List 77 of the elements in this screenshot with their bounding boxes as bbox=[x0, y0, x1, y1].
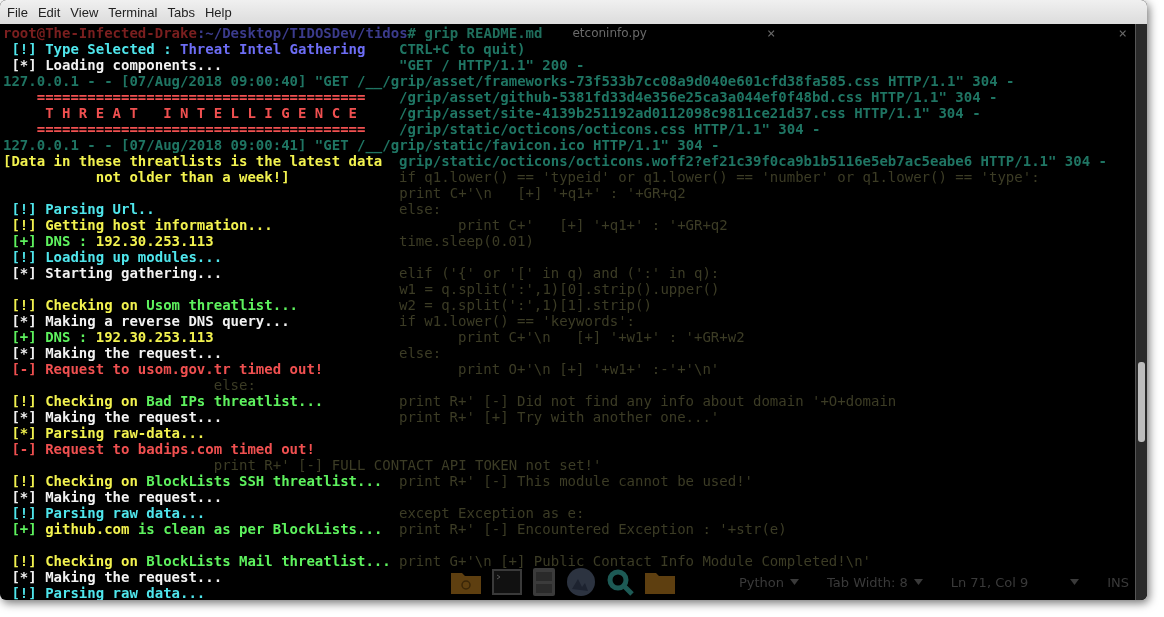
code-text: print C+'\n [+] '+w1+' : '+GR+w2 bbox=[457, 329, 746, 345]
terminal-line: [+] github.com is clean as per BlockLists... bbox=[10, 521, 384, 537]
terminal-line: [!] Type Selected : Threat Intel Gathering bbox=[10, 41, 367, 57]
terminal-line: [*] Starting gathering... bbox=[10, 265, 224, 281]
terminal-line: [*] Making the request... bbox=[10, 489, 224, 505]
log-text: /grip/static/octicons/octicons.css HTTP/1.1" 304 - bbox=[399, 121, 822, 137]
terminal-icon[interactable] bbox=[492, 569, 522, 595]
terminal-line: [!] Parsing Url.. bbox=[10, 201, 156, 217]
menu-item[interactable]: View bbox=[65, 4, 104, 20]
scrollbar[interactable] bbox=[1135, 24, 1147, 600]
terminal-line: ======================================= bbox=[35, 89, 366, 105]
close-icon[interactable]: × bbox=[1118, 25, 1127, 41]
log-text: grip/static/octicons/octicons.woff2?ef21c39f0ca9b1b5116e5eb7ac5eabe6 HTTP/1.1" 304 - bbox=[399, 153, 1108, 169]
code-text: except Exception as e: bbox=[399, 505, 586, 521]
terminal-line: [+] DNS : 192.30.253.113 bbox=[10, 329, 215, 345]
terminal-line: [!] Parsing raw data... bbox=[10, 505, 207, 521]
terminal-line: [!] Checking on Bad IPs threatlist... bbox=[10, 393, 325, 409]
terminal-line: [*] Making the request... bbox=[10, 569, 224, 585]
code-text: print R+' [-] This module cannot be used!' bbox=[399, 473, 754, 489]
code-text: else: bbox=[212, 377, 257, 393]
terminal-line: [*] Making the request... bbox=[10, 345, 224, 361]
terminal-line: [!] Parsing raw data... bbox=[10, 585, 207, 600]
code-text: print R+' [-] Did not find any info about domain '+O+domain bbox=[399, 393, 898, 409]
caret-icon bbox=[913, 579, 923, 585]
terminal-line: [-] Request to badips.com timed out! bbox=[10, 441, 316, 457]
code-text: else: bbox=[399, 345, 443, 361]
terminal-line: [!] Loading up modules... bbox=[10, 249, 224, 265]
log-text: 127.0.0.1 - - [07/Aug/2018 09:00:40] "GET /__/grip/asset/frameworks-73f533b7cc08a9d040e601cfd38fa585.css HTTP/1.1" 304 - bbox=[3, 73, 1016, 89]
code-text: print R+' [+] Try with another one...' bbox=[399, 409, 721, 425]
terminal-line: [!] Getting host information... bbox=[10, 217, 274, 233]
menu-item[interactable]: Tabs bbox=[162, 4, 200, 20]
code-text: else: bbox=[399, 201, 443, 217]
terminal-line: [!] Checking on BlockLists SSH threatlist... bbox=[10, 473, 384, 489]
caret-icon bbox=[1070, 579, 1080, 585]
menu-item[interactable]: File bbox=[2, 4, 33, 20]
terminal-line: T H R E A T I N T E L L I G E N C E bbox=[44, 105, 358, 121]
code-text: time.sleep(0.01) bbox=[399, 233, 535, 249]
file-cabinet-icon[interactable] bbox=[532, 567, 556, 597]
terminal-line: [-] Request to usom.gov.tr timed out! bbox=[10, 361, 325, 377]
close-icon[interactable]: × bbox=[766, 25, 776, 41]
code-text: print C+' [+] '+q1+' : '+GR+q2 bbox=[457, 217, 729, 233]
code-text: w1 = q.split(':',1)[0].strip().upper() bbox=[398, 281, 721, 297]
log-text: CTRL+C to quit) bbox=[399, 41, 527, 57]
globe-icon[interactable] bbox=[566, 567, 596, 597]
log-text: "GET / HTTP/1.1" 200 - bbox=[399, 57, 586, 73]
log-text: /grip/asset/site-4139b251192ad0112098c9811ce21d37.css HTTP/1.1" 304 - bbox=[399, 105, 982, 121]
terminal-line: not older than a week!] bbox=[94, 169, 291, 185]
terminal-line: [+] DNS : 192.30.253.113 bbox=[10, 233, 215, 249]
insert-mode: INS bbox=[1107, 574, 1129, 590]
terminal-line: [*] Loading components... bbox=[10, 57, 224, 73]
menu-item[interactable]: Terminal bbox=[103, 4, 163, 20]
log-text: /grip/asset/github-5381fd33d4e356e25ca3a044ef0f48bd.css HTTP/1.1" 304 - bbox=[399, 89, 999, 105]
code-text: if q1.lower() == 'typeid' or q1.lower() == 'number' or q1.lower() == 'type': bbox=[399, 169, 1041, 185]
code-text: w2 = q.split(':',1)[1].strip() bbox=[399, 297, 653, 313]
terminal-line: [!] Checking on Usom threatlist... bbox=[10, 297, 299, 313]
terminal-line: [!] Checking on BlockLists Mail threatlist... bbox=[10, 553, 392, 569]
code-text: print R+' [-] FULL CONTACT API TOKEN not set!' bbox=[212, 457, 603, 473]
menu-item[interactable]: Help bbox=[199, 4, 237, 20]
code-text: if w1.lower() == 'keywords': bbox=[399, 313, 636, 329]
terminal-line: [*] Making the request... bbox=[10, 409, 224, 425]
command-prompt: root@The-Infected-Drake:~/Desktop/TIDOSDev/tidos# grip README.md bbox=[3, 25, 543, 41]
terminal-line: [Data in these threatlists is the latest data bbox=[3, 153, 383, 169]
terminal-line: [*] Making a reverse DNS query... bbox=[10, 313, 291, 329]
tab-title[interactable]: etconinfo.py bbox=[572, 25, 647, 41]
terminal-line: ======================================= bbox=[35, 121, 367, 137]
scrollbar-thumb[interactable] bbox=[1138, 362, 1145, 442]
caret-icon bbox=[790, 579, 799, 585]
search-icon[interactable] bbox=[606, 568, 634, 596]
code-text: print R+' [-] Encountered Exception : '+str(e) bbox=[399, 521, 788, 537]
menu-item[interactable]: Edit bbox=[32, 4, 66, 20]
code-text: elif ('{' or '[' in q) and (':' in q): bbox=[399, 265, 721, 281]
code-text: print C+'\n [+] '+q1+' : '+GR+q2 bbox=[398, 185, 687, 201]
code-text: print G+'\n [+] Public Contact Info Module Completed!\n' bbox=[399, 553, 872, 569]
terminal-line: [*] Parsing raw-data... bbox=[10, 425, 207, 441]
code-text: print O+'\n [+] '+w1+' :-'+'\n' bbox=[457, 361, 721, 377]
log-text: 127.0.0.1 - - [07/Aug/2018 09:00:41] "GET /__/grip/static/favicon.ico HTTP/1.1" 304 - bbox=[3, 137, 720, 153]
cursor-position: Ln 71, Col 9 bbox=[950, 574, 1029, 590]
